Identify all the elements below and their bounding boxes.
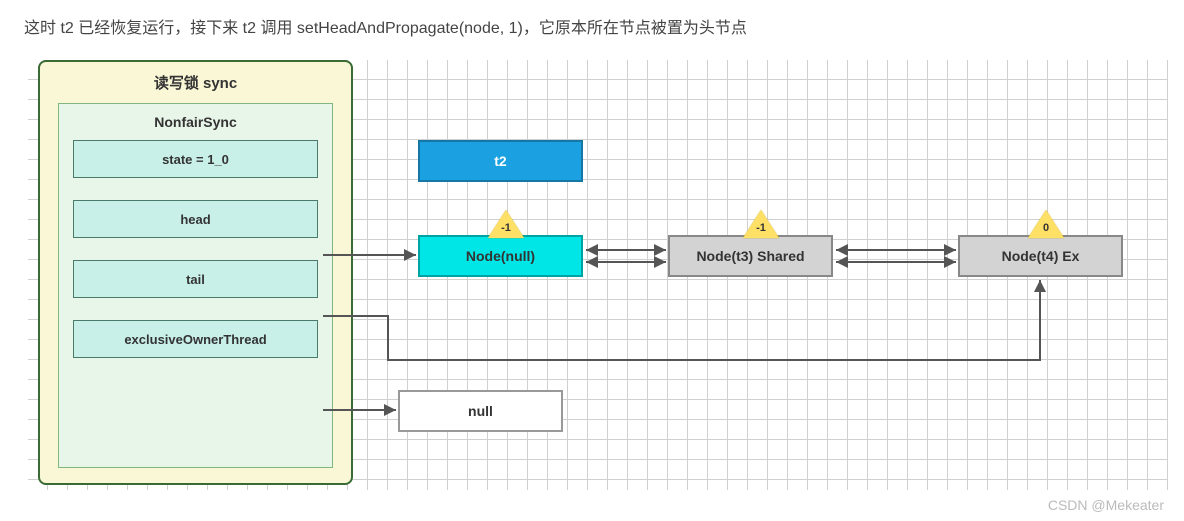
field-tail: tail (73, 260, 318, 298)
sync-container: 读写锁 sync NonfairSync state = 1_0 head ta… (38, 60, 353, 485)
diagram-description: 这时 t2 已经恢复运行，接下来 t2 调用 setHeadAndPropaga… (0, 0, 1184, 52)
node-t4-ex: Node(t4) Ex (958, 235, 1123, 277)
field-head: head (73, 200, 318, 238)
node-null: Node(null) (418, 235, 583, 277)
triangle-value: 0 (1036, 222, 1056, 234)
triangle-value: -1 (751, 222, 771, 234)
nonfair-sync-box: NonfairSync state = 1_0 head tail exclus… (58, 103, 333, 468)
triangle-value: -1 (496, 222, 516, 234)
field-state: state = 1_0 (73, 140, 318, 178)
wait-status-triangle-2: -1 (743, 210, 779, 238)
watermark: CSDN @Mekeater (1048, 497, 1164, 513)
thread-t2-box: t2 (418, 140, 583, 182)
wait-status-triangle-1: -1 (488, 210, 524, 238)
sync-title: 读写锁 sync (40, 62, 351, 103)
diagram-canvas: 读写锁 sync NonfairSync state = 1_0 head ta… (28, 60, 1168, 490)
node-t3-shared: Node(t3) Shared (668, 235, 833, 277)
nonfair-title: NonfairSync (73, 104, 318, 140)
wait-status-triangle-3: 0 (1028, 210, 1064, 238)
null-box: null (398, 390, 563, 432)
field-exclusive-owner-thread: exclusiveOwnerThread (73, 320, 318, 358)
